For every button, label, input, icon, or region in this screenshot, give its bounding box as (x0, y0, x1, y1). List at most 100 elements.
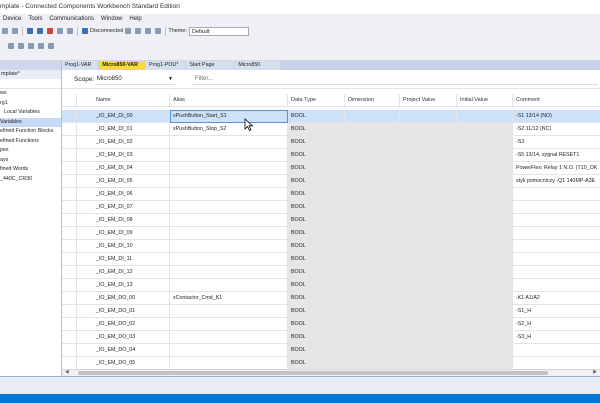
save-icon[interactable] (12, 28, 18, 34)
tree-item[interactable]: efined Functions (0, 137, 61, 147)
comment-cell[interactable]: -S1 13/14 (NO) (513, 110, 600, 123)
undo-icon[interactable] (48, 43, 54, 49)
tree-item[interactable]: rg1 (0, 99, 61, 109)
comment-cell[interactable]: PowerFlex: Relay 1 N.O. (T10_OK (513, 162, 600, 175)
alias-cell[interactable] (170, 162, 288, 175)
comment-cell[interactable] (513, 188, 600, 201)
tree-item[interactable]: pes (0, 146, 61, 156)
table-row[interactable]: _IO_EM_DI_12 BOOL (62, 266, 600, 279)
data-type-cell[interactable]: BOOL (288, 331, 345, 344)
tree-item[interactable]: fined Words (0, 165, 61, 175)
table-row[interactable]: _IO_EM_DO_05 BOOL (62, 357, 600, 369)
comment-cell[interactable] (513, 240, 600, 253)
name-cell[interactable]: _IO_EM_DI_03 (77, 149, 170, 162)
build-icon[interactable] (57, 28, 63, 34)
data-type-cell[interactable]: BOOL (288, 292, 345, 305)
scrollbar-thumb[interactable] (78, 371, 548, 375)
data-type-cell[interactable]: BOOL (288, 214, 345, 227)
tree-item[interactable]: ws (0, 89, 61, 99)
name-cell[interactable]: _IO_EM_DO_04 (77, 344, 170, 357)
tab-micro850[interactable]: Micro850 (235, 61, 281, 70)
theme-select[interactable]: Default (188, 26, 249, 36)
connection-status[interactable]: Disconnected (90, 28, 123, 34)
scroll-left-icon[interactable]: ◀ (65, 369, 69, 375)
forward-icon[interactable] (37, 28, 43, 34)
alias-cell[interactable] (170, 266, 288, 279)
horizontal-scrollbar[interactable]: ◀ ▶ (62, 369, 600, 376)
table-row[interactable]: _IO_EM_DO_03 BOOL -S3_H (62, 331, 600, 344)
project-search[interactable] (0, 79, 61, 89)
comment-cell[interactable]: -S1_H (513, 305, 600, 318)
comment-cell[interactable] (513, 344, 600, 357)
comment-cell[interactable] (513, 266, 600, 279)
menu-communications[interactable]: Communications (46, 14, 98, 24)
comment-cell[interactable] (513, 253, 600, 266)
comment-cell[interactable]: -S5 13/14, sygnał RESET1 (513, 149, 600, 162)
table-row[interactable]: _IO_EM_DO_00 xContactor_Cmd_K1 BOOL -K1 A1/… (62, 292, 600, 305)
data-type-cell[interactable]: BOOL (288, 188, 345, 201)
table-row[interactable]: _IO_EM_DI_11 BOOL (62, 253, 600, 266)
alias-cell[interactable]: xPushButton_Start_S1 (170, 110, 288, 123)
data-type-cell[interactable]: BOOL (288, 318, 345, 331)
filter-input[interactable]: Filter... (193, 74, 598, 85)
comment-cell[interactable] (513, 227, 600, 240)
table-row[interactable]: _IO_EM_DI_02 BOOL -S3 (62, 136, 600, 149)
table-row[interactable]: _IO_EM_DO_04 BOOL (62, 344, 600, 357)
name-cell[interactable]: _IO_EM_DO_02 (77, 318, 170, 331)
comment-cell[interactable]: -S3 (513, 136, 600, 149)
menu-tools[interactable]: Tools (25, 14, 46, 24)
comment-cell[interactable] (513, 279, 600, 292)
alias-cell[interactable] (170, 331, 288, 344)
data-type-cell[interactable]: BOOL (288, 162, 345, 175)
settings-icon[interactable] (155, 28, 162, 34)
data-type-cell[interactable]: BOOL (288, 110, 345, 123)
scope-select[interactable]: Micro850 ▼ (95, 74, 175, 85)
project-name[interactable]: mplate* (0, 70, 61, 79)
comment-cell[interactable]: -S2 11/12 (NC) (513, 123, 600, 136)
cut-icon[interactable] (8, 43, 14, 49)
table-row[interactable]: _IO_EM_DI_08 BOOL (62, 214, 600, 227)
alias-cell[interactable] (170, 357, 288, 369)
table-row[interactable]: _IO_EM_DI_07 BOOL (62, 201, 600, 214)
print-icon[interactable] (67, 28, 73, 34)
table-row[interactable]: _IO_EM_DO_02 BOOL -S2_H (62, 318, 600, 331)
paste-icon[interactable] (28, 43, 34, 49)
alias-cell[interactable] (170, 201, 288, 214)
alias-cell[interactable] (170, 149, 288, 162)
name-cell[interactable]: _IO_EM_DI_08 (77, 214, 170, 227)
data-type-cell[interactable]: BOOL (288, 357, 345, 369)
open-icon[interactable] (2, 28, 8, 34)
data-type-cell[interactable]: BOOL (288, 227, 345, 240)
name-cell[interactable]: _IO_EM_DI_05 (77, 175, 170, 188)
table-row[interactable]: _IO_EM_DI_04 BOOL PowerFlex: Relay 1 N.O. … (62, 162, 600, 175)
table-row[interactable]: _IO_EM_DI_05 BOOL styk pomocniczy -Q1 140M… (62, 175, 600, 188)
alias-cell[interactable] (170, 305, 288, 318)
comment-cell[interactable]: -K1 A1/A2 (513, 292, 600, 305)
table-row[interactable]: _IO_EM_DI_09 BOOL (62, 227, 600, 240)
debug-icon[interactable] (145, 28, 152, 34)
data-type-cell[interactable]: BOOL (288, 240, 345, 253)
alias-cell[interactable] (170, 188, 288, 201)
table-row[interactable]: _IO_EM_DO_01 BOOL -S1_H (62, 305, 600, 318)
tab-prog1-var[interactable]: Prog1-VAR (62, 61, 99, 70)
name-cell[interactable]: _IO_EM_DI_09 (77, 227, 170, 240)
alias-cell[interactable] (170, 227, 288, 240)
data-type-cell[interactable]: BOOL (288, 305, 345, 318)
data-type-cell[interactable]: BOOL (288, 266, 345, 279)
tree-item[interactable]: efined Function Blocks (0, 127, 61, 137)
scroll-right-icon[interactable]: ▶ (593, 369, 597, 375)
name-cell[interactable]: _IO_EM_DI_00 (77, 110, 170, 123)
table-row[interactable]: _IO_EM_DI_06 BOOL (62, 188, 600, 201)
tree-item[interactable]: Local Variables (0, 108, 61, 118)
alias-cell[interactable] (170, 214, 288, 227)
data-type-cell[interactable]: BOOL (288, 175, 345, 188)
table-row[interactable]: _IO_EM_DI_00 xPushButton_Start_S1 BOOL -S1 … (62, 110, 600, 123)
column-header-alias[interactable]: Alias (170, 94, 288, 107)
tree-item[interactable]: _440C_CR30 (0, 175, 61, 185)
connect-icon[interactable] (82, 28, 88, 34)
upload-icon[interactable] (135, 28, 142, 34)
name-cell[interactable]: _IO_EM_DI_06 (77, 188, 170, 201)
delete-icon[interactable] (38, 43, 44, 49)
name-cell[interactable]: _IO_EM_DO_01 (77, 305, 170, 318)
name-cell[interactable]: _IO_EM_DI_13 (77, 279, 170, 292)
